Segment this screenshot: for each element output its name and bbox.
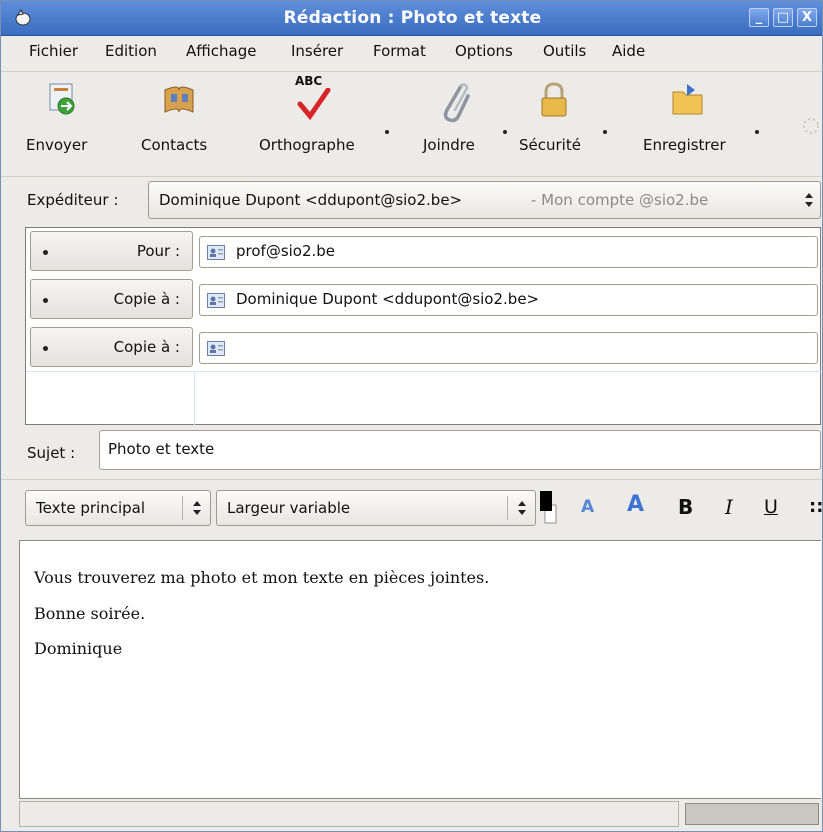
address-card-icon [207,341,225,356]
empty-recipient-slot[interactable] [26,371,195,425]
menu-edition[interactable]: Edition [105,42,157,60]
recipient-type-label: Copie à : [113,290,180,308]
send-button[interactable]: Envoyer [26,74,106,170]
recipient-input[interactable]: prof@sio2.be [199,236,818,268]
throbber-icon [803,118,819,134]
message-body[interactable]: Vous trouverez ma photo et mon texte en … [19,540,821,799]
main-toolbar: Envoyer Contacts ABC Orthographe Joindre [1,71,822,177]
save-dropdown-icon[interactable] [755,130,759,134]
contacts-button[interactable]: Contacts [139,74,223,170]
underline-button[interactable]: U [764,496,778,518]
sender-label: Expéditeur : [27,191,119,209]
select-arrows-icon [193,501,201,515]
body-line: Bonne soirée. [34,604,146,623]
address-book-icon [164,86,194,113]
spelling-button[interactable]: ABC Orthographe [257,74,397,170]
send-icon [49,83,75,115]
body-line: Dominique [34,639,123,658]
font-select[interactable]: Largeur variable [216,490,536,526]
lock-icon [541,82,567,117]
security-label: Sécurité [519,136,581,154]
paragraph-style-value: Texte principal [36,499,145,517]
spelling-label: Orthographe [259,136,355,154]
bullet-list-button[interactable]: :: [809,496,822,517]
recipients-panel: Pour : prof@sio2.be Copie à : Dominique … [25,227,822,425]
format-toolbar: Texte principal Largeur variable [1,479,822,536]
dropdown-icon [43,298,48,303]
text-color-button[interactable] [539,485,557,527]
select-arrows-icon [518,501,526,515]
sender-value: Dominique Dupont <ddupont@sio2.be> [159,191,463,209]
send-label: Envoyer [26,136,88,154]
recipient-row: Copie à : [26,324,822,370]
sender-account: - Mon compte @sio2.be [531,191,709,209]
recipient-type-select[interactable]: Pour : [30,231,193,271]
status-text-field [19,801,679,827]
sender-select[interactable]: Dominique Dupont <ddupont@sio2.be> - Mon… [148,181,821,219]
spelling-badge: ABC [295,74,323,88]
recipient-row: Pour : prof@sio2.be [26,228,822,274]
recipient-type-select[interactable]: Copie à : [30,279,193,319]
menu-inserer[interactable]: Insérer [291,42,343,60]
recipient-value: prof@sio2.be [236,242,336,260]
font-smaller-button[interactable]: A [581,497,594,517]
font-larger-button[interactable]: A [627,492,644,517]
menu-outils[interactable]: Outils [543,42,586,60]
menu-bar: Fichier Edition Affichage Insérer Format… [1,36,822,68]
recipient-value: Dominique Dupont <ddupont@sio2.be> [236,290,540,308]
font-value: Largeur variable [227,499,351,517]
recipient-type-select[interactable]: Copie à : [30,327,193,367]
paragraph-style-select[interactable]: Texte principal [25,490,211,526]
save-label: Enregistrer [643,136,726,154]
folder-save-icon [672,84,703,115]
paperclip-icon [443,83,470,123]
security-button[interactable]: Sécurité [517,74,613,170]
title-bar[interactable]: Rédaction : Photo et texte _ □ X [1,1,822,36]
close-button[interactable]: X [797,8,817,27]
dropdown-icon [43,346,48,351]
body-line: Vous trouverez ma photo et mon texte en … [34,568,490,587]
subject-value: Photo et texte [108,440,215,458]
select-arrows-icon [805,193,813,207]
recipient-row: Copie à : Dominique Dupont <ddupont@sio2… [26,276,822,322]
menu-fichier[interactable]: Fichier [29,42,78,60]
status-bar [19,799,821,829]
security-dropdown-icon[interactable] [603,130,607,134]
attach-label: Joindre [423,136,475,154]
address-card-icon [207,245,225,260]
menu-aide[interactable]: Aide [612,42,645,60]
dropdown-icon [43,250,48,255]
recipient-input[interactable] [199,332,818,364]
attach-button[interactable]: Joindre [421,74,511,170]
progress-bar [685,803,819,825]
contacts-label: Contacts [141,136,208,154]
save-button[interactable]: Enregistrer [641,74,767,170]
subject-label: Sujet : [27,444,76,462]
menu-options[interactable]: Options [455,42,513,60]
window-title: Rédaction : Photo et texte [283,8,542,28]
subject-input[interactable]: Photo et texte [99,430,821,470]
minimize-button[interactable]: _ [749,8,769,27]
address-card-icon [207,293,225,308]
italic-button[interactable]: I [725,495,733,519]
maximize-button[interactable]: □ [773,8,793,27]
attach-dropdown-icon[interactable] [503,130,507,134]
menu-affichage[interactable]: Affichage [186,42,256,60]
compose-window: Rédaction : Photo et texte _ □ X Fichier… [0,0,823,832]
recipient-type-label: Pour : [136,242,180,260]
spellcheck-icon [297,88,331,121]
divider [507,496,508,520]
recipient-type-label: Copie à : [113,338,180,356]
divider [182,496,183,520]
recipient-input[interactable]: Dominique Dupont <ddupont@sio2.be> [199,284,818,316]
menu-format[interactable]: Format [373,42,426,60]
bold-button[interactable]: B [678,495,693,519]
spelling-dropdown-icon[interactable] [385,130,389,134]
